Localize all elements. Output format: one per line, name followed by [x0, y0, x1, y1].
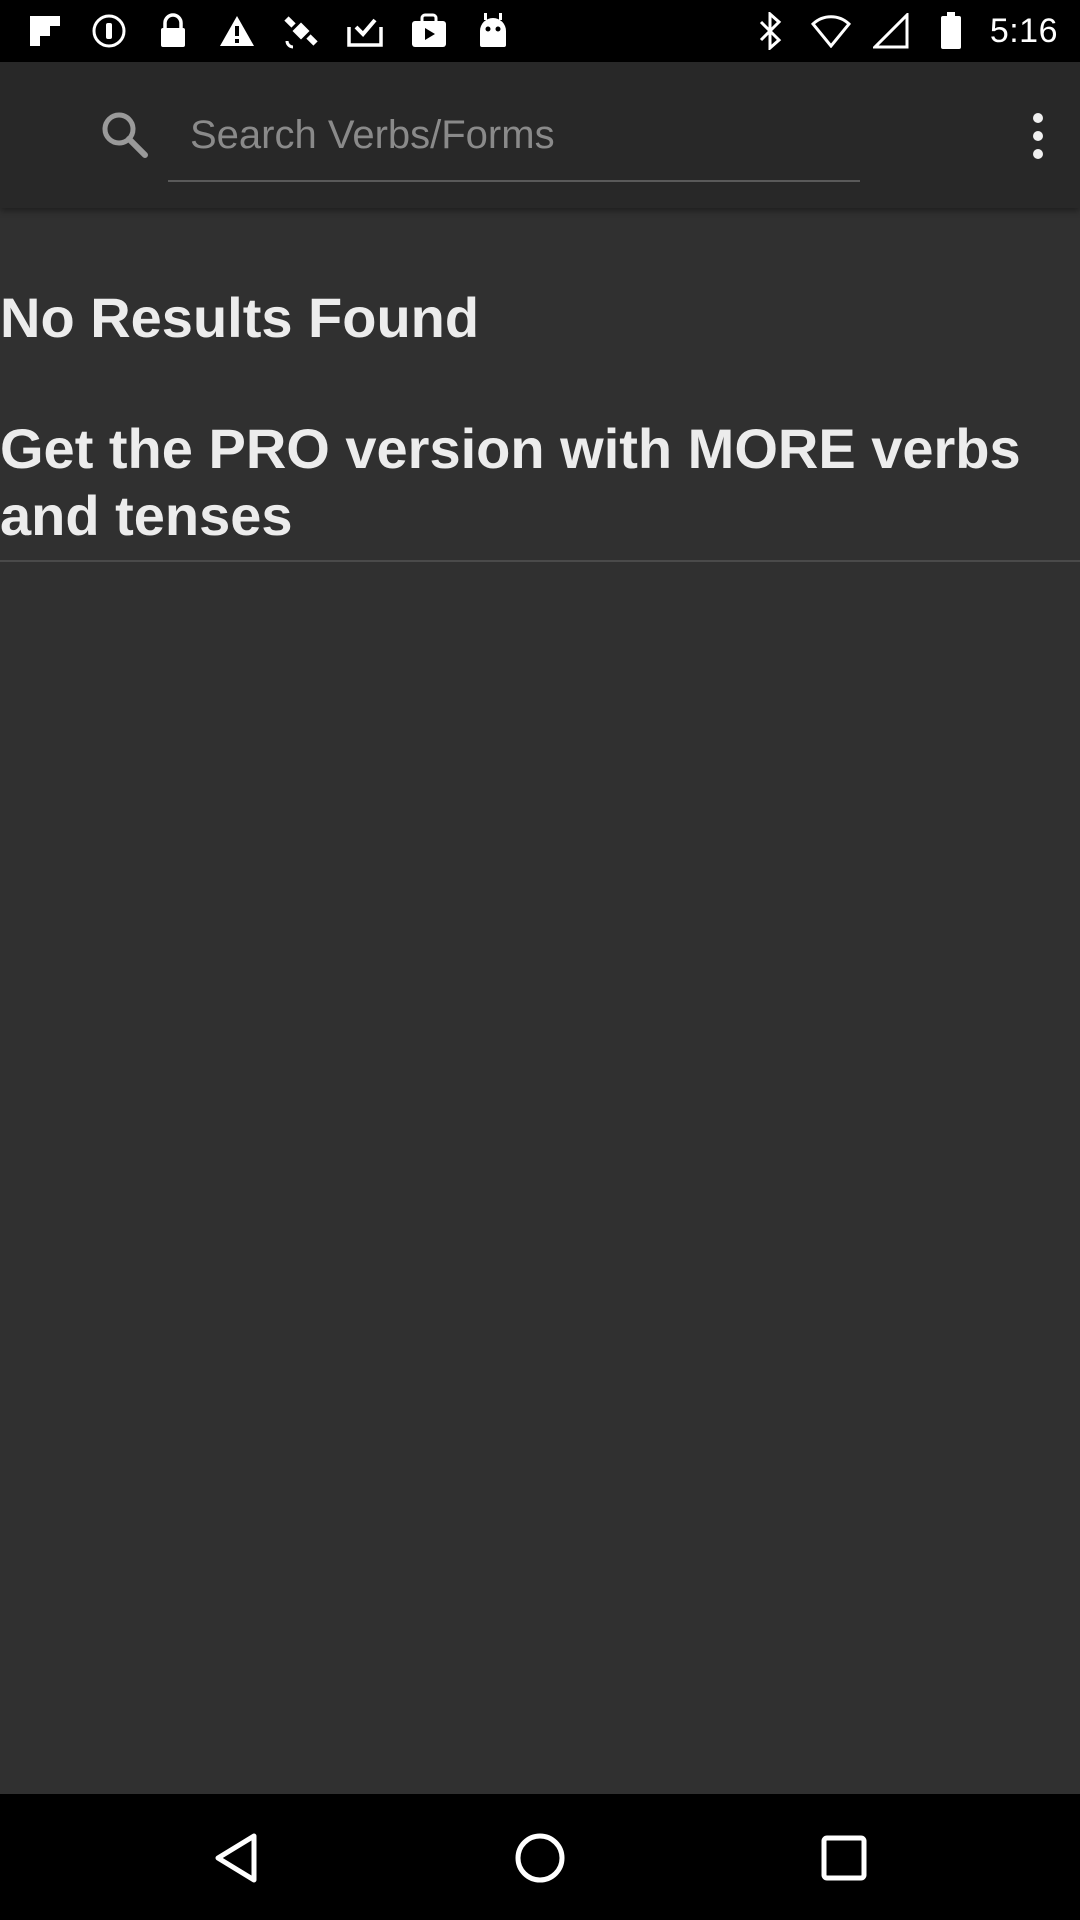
status-bar: 5:16 [0, 0, 1080, 62]
download-done-icon [344, 10, 386, 52]
divider [0, 559, 1080, 562]
more-vert-icon [1033, 113, 1043, 159]
flipboard-icon [24, 10, 66, 52]
android-icon [472, 10, 514, 52]
status-notifications [24, 10, 514, 52]
status-system: 5:16 [750, 10, 1058, 52]
back-button[interactable] [200, 1822, 272, 1894]
no-results-label: No Results Found [0, 286, 480, 349]
results-list: No Results Found Get the PRO version wit… [0, 208, 1080, 562]
signal-icon [870, 10, 912, 52]
notification-circle-icon [88, 10, 130, 52]
search-input[interactable] [168, 90, 860, 180]
app-bar [0, 62, 1080, 208]
pro-version-message[interactable]: Get the PRO version with MORE verbs and … [0, 351, 1080, 549]
navigation-bar [0, 1794, 1080, 1920]
bluetooth-icon [750, 10, 792, 52]
battery-icon [930, 10, 972, 52]
wifi-off-icon [810, 10, 852, 52]
search-field [168, 90, 860, 182]
lock-icon [152, 10, 194, 52]
recent-apps-button[interactable] [808, 1822, 880, 1894]
screen: 5:16 No Results Found Get the PRO versio… [0, 0, 1080, 1920]
play-store-icon [408, 10, 450, 52]
status-time: 5:16 [989, 11, 1058, 50]
fake-gps-icon [280, 10, 322, 52]
overflow-menu-button[interactable] [1006, 98, 1070, 174]
home-button[interactable] [504, 1822, 576, 1894]
home-circle-icon [515, 1833, 565, 1883]
search-icon[interactable] [98, 108, 152, 162]
warning-icon [216, 10, 258, 52]
back-triangle-icon [215, 1833, 257, 1883]
recent-square-icon [821, 1835, 867, 1881]
